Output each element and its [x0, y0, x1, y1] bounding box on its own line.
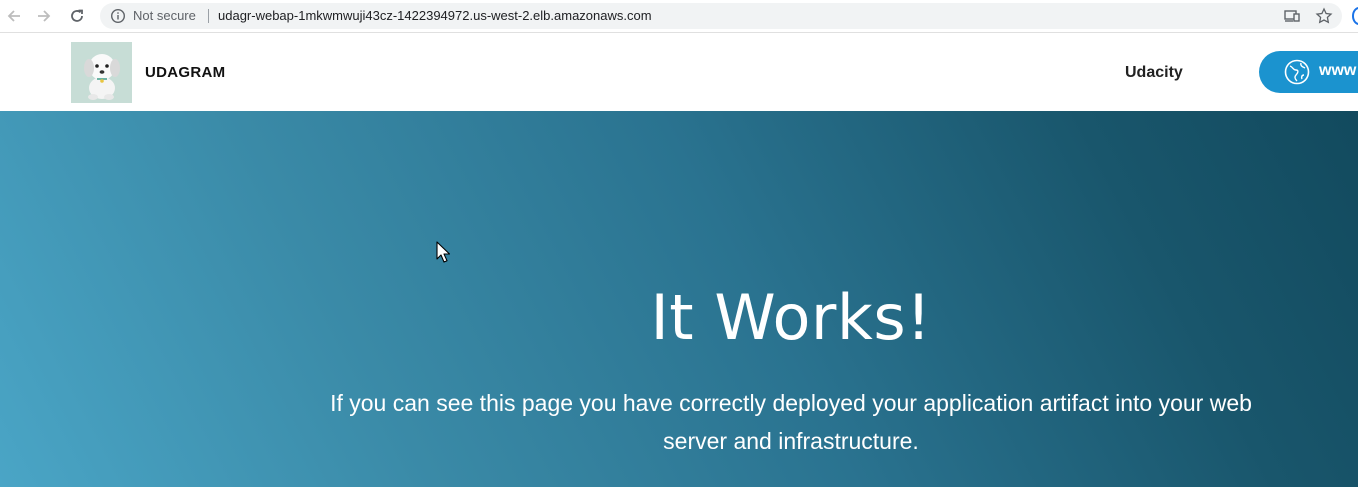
nav-link-udacity[interactable]: Udacity — [1125, 64, 1183, 82]
website-button[interactable]: www — [1259, 51, 1358, 93]
hero-section: It Works! If you can see this page you h… — [0, 111, 1358, 487]
website-button-label: www — [1319, 62, 1357, 79]
star-icon[interactable] — [1315, 7, 1333, 25]
cast-icon[interactable] — [1283, 7, 1301, 25]
globe-icon — [1284, 59, 1310, 85]
url-text[interactable]: udagr-webap-1mkwmwuji43cz-1422394972.us-… — [218, 8, 652, 23]
security-status[interactable]: Not secure — [133, 8, 196, 23]
forward-arrow-icon — [38, 10, 51, 22]
profile-avatar[interactable] — [1352, 7, 1358, 25]
back-button[interactable] — [2, 4, 26, 28]
dog-logo-icon — [84, 54, 120, 100]
hero-title: It Works! — [650, 281, 932, 354]
forward-button[interactable] — [32, 4, 56, 28]
reload-icon — [71, 9, 83, 22]
mouse-cursor-icon — [436, 241, 450, 263]
reload-button[interactable] — [65, 4, 89, 28]
browser-toolbar: Not secure udagr-webap-1mkwmwuji43cz-142… — [0, 0, 1358, 33]
brand-name[interactable]: UDAGRAM — [145, 64, 225, 81]
dog-logo[interactable] — [71, 42, 132, 103]
omnibox-divider — [208, 9, 209, 23]
info-icon[interactable] — [110, 8, 126, 24]
hero-subtitle: If you can see this page you have correc… — [330, 390, 1252, 454]
address-bar[interactable]: Not secure udagr-webap-1mkwmwuji43cz-142… — [100, 3, 1342, 29]
site-header: UDAGRAM Udacity www — [0, 34, 1358, 111]
back-arrow-icon — [7, 10, 20, 22]
